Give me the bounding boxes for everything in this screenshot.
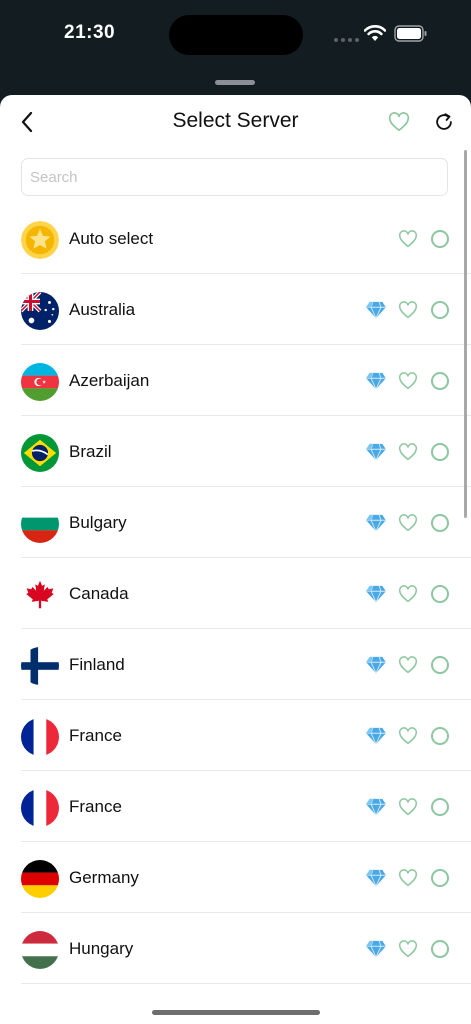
server-name: Azerbaijan bbox=[69, 371, 150, 390]
premium-diamond-icon bbox=[365, 727, 387, 746]
server-row[interactable]: Australia bbox=[0, 274, 471, 345]
flag-star-coin-icon bbox=[21, 221, 59, 259]
server-list: Auto select Australia Azerbaijan Brazil Bulg… bbox=[0, 203, 471, 984]
server-name: France bbox=[69, 726, 122, 745]
server-select-radio[interactable] bbox=[431, 443, 449, 461]
favorite-heart-icon[interactable] bbox=[398, 230, 418, 248]
server-name: Canada bbox=[69, 584, 129, 603]
server-select-radio[interactable] bbox=[431, 940, 449, 958]
premium-diamond-icon bbox=[365, 869, 387, 888]
scrollbar[interactable] bbox=[464, 150, 467, 518]
server-name: Bulgary bbox=[69, 513, 127, 532]
flag-bg-icon bbox=[21, 505, 59, 543]
server-row[interactable]: Brazil bbox=[0, 416, 471, 487]
server-select-radio[interactable] bbox=[431, 727, 449, 745]
select-server-sheet: Select Server Auto select Australia Azerba… bbox=[0, 95, 471, 1024]
server-name: Hungary bbox=[69, 939, 134, 958]
server-row[interactable]: France bbox=[0, 700, 471, 771]
server-name: France bbox=[69, 797, 122, 816]
home-indicator bbox=[152, 1010, 320, 1015]
favorite-heart-icon[interactable] bbox=[398, 869, 418, 887]
server-row[interactable]: Canada bbox=[0, 558, 471, 629]
premium-diamond-icon bbox=[365, 656, 387, 675]
dynamic-island bbox=[169, 15, 303, 55]
premium-diamond-icon bbox=[365, 301, 387, 320]
flag-hu-icon bbox=[21, 931, 59, 969]
server-select-radio[interactable] bbox=[431, 230, 449, 248]
favorite-heart-icon[interactable] bbox=[398, 585, 418, 603]
row-divider bbox=[21, 983, 471, 984]
server-name: Auto select bbox=[69, 229, 154, 248]
flag-fr-icon bbox=[21, 718, 59, 756]
status-time: 21:30 bbox=[64, 22, 116, 43]
server-row[interactable]: Azerbaijan bbox=[0, 345, 471, 416]
flag-fi-icon bbox=[21, 647, 59, 685]
flag-br-icon bbox=[21, 434, 59, 472]
flag-az-icon bbox=[21, 363, 59, 401]
sheet-grabber[interactable] bbox=[215, 80, 255, 85]
server-select-radio[interactable] bbox=[431, 372, 449, 390]
server-select-radio[interactable] bbox=[431, 585, 449, 603]
search-input[interactable] bbox=[21, 158, 448, 196]
flag-de-icon bbox=[21, 860, 59, 898]
premium-diamond-icon bbox=[365, 940, 387, 959]
wifi-icon bbox=[364, 25, 386, 41]
server-row[interactable]: Hungary bbox=[0, 913, 471, 984]
status-bar: 21:30 bbox=[0, 0, 471, 70]
favorite-heart-icon[interactable] bbox=[398, 656, 418, 674]
cellular-signal-icon bbox=[334, 38, 359, 42]
server-row[interactable]: Bulgary bbox=[0, 487, 471, 558]
server-name: Finland bbox=[69, 655, 125, 674]
server-name: Brazil bbox=[69, 442, 112, 461]
refresh-icon[interactable] bbox=[433, 111, 455, 133]
premium-diamond-icon bbox=[365, 585, 387, 604]
premium-diamond-icon bbox=[365, 798, 387, 817]
server-select-radio[interactable] bbox=[431, 869, 449, 887]
favorite-heart-icon[interactable] bbox=[398, 372, 418, 390]
favorite-heart-icon[interactable] bbox=[398, 727, 418, 745]
server-select-radio[interactable] bbox=[431, 656, 449, 674]
server-select-radio[interactable] bbox=[431, 514, 449, 532]
favorites-heart-icon[interactable] bbox=[388, 111, 410, 133]
navigation-bar: Select Server bbox=[0, 95, 471, 150]
server-select-radio[interactable] bbox=[431, 301, 449, 319]
server-select-radio[interactable] bbox=[431, 798, 449, 816]
battery-icon bbox=[394, 25, 427, 42]
server-row[interactable]: France bbox=[0, 771, 471, 842]
favorite-heart-icon[interactable] bbox=[398, 301, 418, 319]
server-row[interactable]: Germany bbox=[0, 842, 471, 913]
premium-diamond-icon bbox=[365, 443, 387, 462]
premium-diamond-icon bbox=[365, 514, 387, 533]
server-row[interactable]: Finland bbox=[0, 629, 471, 700]
flag-fr-icon bbox=[21, 789, 59, 827]
server-name: Australia bbox=[69, 300, 136, 319]
favorite-heart-icon[interactable] bbox=[398, 798, 418, 816]
premium-diamond-icon bbox=[365, 372, 387, 391]
flag-au-icon bbox=[21, 292, 59, 330]
favorite-heart-icon[interactable] bbox=[398, 443, 418, 461]
favorite-heart-icon[interactable] bbox=[398, 514, 418, 532]
server-name: Germany bbox=[69, 868, 139, 887]
server-row[interactable]: Auto select bbox=[0, 203, 471, 274]
flag-ca-icon bbox=[21, 576, 59, 614]
favorite-heart-icon[interactable] bbox=[398, 940, 418, 958]
